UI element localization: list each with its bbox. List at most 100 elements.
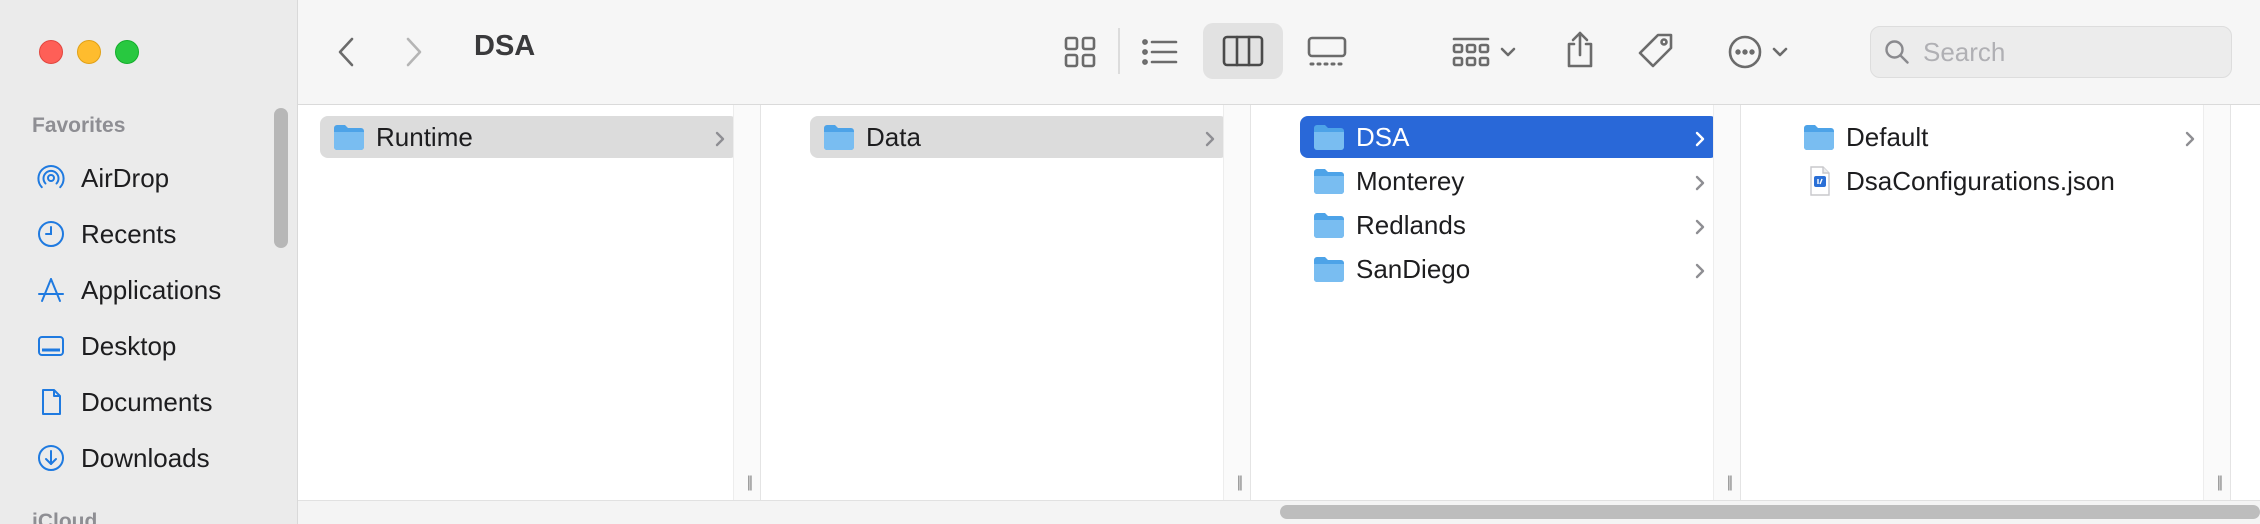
icon-grid-icon [1064, 36, 1096, 68]
document-icon [35, 386, 67, 418]
group-icon [1452, 37, 1490, 67]
gallery-icon [1307, 36, 1347, 66]
column-resize-handle[interactable]: || [1237, 474, 1243, 492]
folder-icon [1804, 125, 1834, 150]
folder-icon [824, 125, 854, 150]
folder-icon [1314, 257, 1344, 282]
minimize-window-button[interactable] [77, 40, 101, 64]
chevron-right-icon [1204, 125, 1216, 156]
column-view-button[interactable] [1203, 23, 1283, 79]
list-item[interactable]: Redlands [1300, 204, 1718, 246]
column-resize-handle[interactable]: || [1727, 474, 1733, 492]
sidebar-item-downloads[interactable]: Downloads [0, 430, 270, 486]
column-resize-handle[interactable]: || [2217, 474, 2223, 492]
list-item[interactable]: SanDiego [1300, 248, 1718, 290]
zoom-window-button[interactable] [115, 40, 139, 64]
sidebar-item-label: Documents [81, 386, 213, 417]
more-actions-button[interactable] [1718, 28, 1798, 76]
column-gap [1223, 105, 1250, 500]
back-button[interactable] [326, 30, 366, 74]
column-browser: Runtime || Data || DSA Monterey Redlands… [298, 105, 2260, 500]
list-item[interactable]: DsaConfigurations.json [1790, 160, 2208, 202]
tags-button[interactable] [1632, 26, 1680, 76]
browser-column-4: Default DsaConfigurations.json || [1768, 105, 2231, 500]
search-input[interactable] [1921, 35, 2225, 69]
folder-icon [1314, 213, 1344, 238]
sidebar-favorites-list: AirDrop Recents Applications Desktop Doc… [0, 150, 270, 486]
share-button[interactable] [1558, 24, 1602, 76]
sidebar-section-favorites: Favorites [32, 114, 126, 137]
ellipsis-circle-icon [1728, 35, 1762, 69]
search-icon [1885, 40, 1909, 64]
clock-icon [35, 218, 67, 250]
sidebar-section-icloud: iCloud [32, 510, 98, 524]
column-resize-handle[interactable]: || [747, 474, 753, 492]
chevron-down-icon [1772, 47, 1788, 57]
chevron-right-icon [2184, 125, 2196, 156]
item-label: Redlands [1356, 209, 1466, 240]
item-label: DsaConfigurations.json [1846, 165, 2115, 196]
list-item[interactable]: Default [1790, 116, 2208, 158]
sidebar-scrollbar[interactable] [274, 108, 288, 248]
browser-column-2: Data || [788, 105, 1251, 500]
close-window-button[interactable] [39, 40, 63, 64]
sidebar-item-documents[interactable]: Documents [0, 374, 270, 430]
sidebar-item-label: Desktop [81, 330, 177, 361]
list-item[interactable]: Monterey [1300, 160, 1718, 202]
list-item[interactable]: Data [810, 116, 1228, 158]
list-item[interactable]: Runtime [320, 116, 738, 158]
toolbar: DSA [298, 0, 2260, 105]
share-icon [1567, 31, 1593, 68]
chevron-right-icon [714, 125, 726, 156]
chevron-right-icon [406, 37, 422, 67]
sidebar-item-desktop[interactable]: Desktop [0, 318, 270, 374]
folder-icon [1314, 125, 1344, 150]
finder-window: Favorites AirDrop Recents Applications D… [0, 0, 2260, 524]
sidebar-item-airdrop[interactable]: AirDrop [0, 150, 270, 206]
columns-icon [1222, 35, 1264, 67]
sidebar-item-applications[interactable]: Applications [0, 262, 270, 318]
horizontal-scrollbar[interactable] [1280, 505, 2260, 519]
airdrop-icon [35, 162, 67, 194]
item-label: Data [866, 121, 921, 152]
group-by-button[interactable] [1444, 28, 1524, 76]
item-label: Runtime [376, 121, 473, 152]
toolbar-separator [1118, 28, 1120, 74]
applications-icon [35, 274, 67, 306]
sidebar-item-label: Downloads [81, 442, 210, 473]
chevron-right-icon [1694, 125, 1706, 156]
forward-button[interactable] [394, 30, 434, 74]
tag-icon [1638, 33, 1673, 68]
item-label: SanDiego [1356, 253, 1471, 284]
desktop-icon [35, 330, 67, 362]
folder-icon [1314, 169, 1344, 194]
search-field[interactable] [1870, 26, 2232, 78]
column-gap [1713, 105, 1740, 500]
browser-column-1: Runtime || [298, 105, 761, 500]
column-gap [733, 105, 760, 500]
gallery-view-button[interactable] [1302, 28, 1352, 76]
icon-view-button[interactable] [1058, 30, 1102, 74]
folder-icon [334, 125, 364, 150]
list-item[interactable]: DSA [1300, 116, 1718, 158]
chevron-right-icon [1694, 213, 1706, 244]
item-label: Default [1846, 121, 1929, 152]
chevron-right-icon [1694, 169, 1706, 200]
column-gap [2203, 105, 2230, 500]
sidebar-item-label: AirDrop [81, 162, 170, 193]
list-icon [1142, 39, 1178, 65]
download-icon [35, 442, 67, 474]
json-file-icon [1810, 166, 1830, 196]
chevron-left-icon [338, 37, 354, 67]
chevron-right-icon [1694, 257, 1706, 288]
sidebar: Favorites AirDrop Recents Applications D… [0, 0, 298, 524]
sidebar-item-recents[interactable]: Recents [0, 206, 270, 262]
item-label: Monterey [1356, 165, 1465, 196]
chevron-down-icon [1500, 47, 1516, 57]
window-title: DSA [474, 30, 536, 62]
window-controls [39, 40, 139, 64]
sidebar-item-label: Recents [81, 218, 177, 249]
list-view-button[interactable] [1138, 30, 1182, 74]
sidebar-item-label: Applications [81, 274, 222, 305]
browser-column-3: DSA Monterey Redlands SanDiego || [1278, 105, 1741, 500]
